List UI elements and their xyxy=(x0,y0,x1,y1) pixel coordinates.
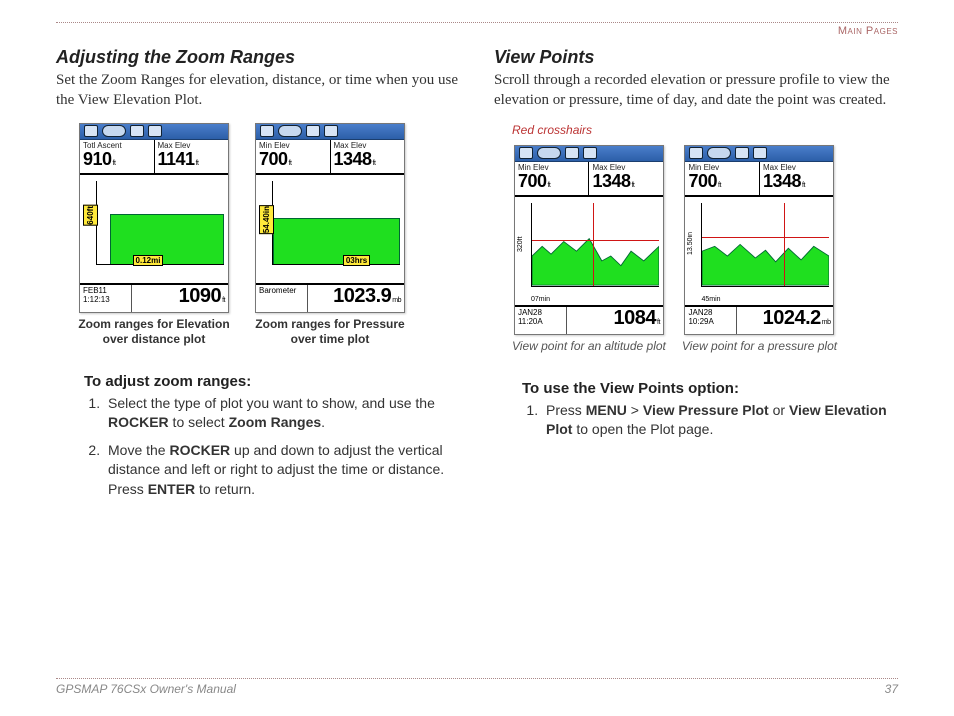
zoom-vertical-label: 640ft xyxy=(83,205,98,226)
toolbar-icon xyxy=(130,125,144,137)
device-screen-3: Min Elev 700ft Max Elev 1348ft 320ft xyxy=(514,145,664,335)
device-caption-3: View point for an altitude plot xyxy=(512,339,666,354)
crosshair-horizontal xyxy=(702,237,829,238)
zoom-horizontal-label: 03hrs xyxy=(343,255,370,266)
device-screen-1: Totl Ascent 910ft Max Elev 1141ft xyxy=(79,123,229,313)
toolbar-icon xyxy=(260,125,274,137)
device-pressure-viewpoint: Min Elev 700ft Max Elev 1348ft 13.50in xyxy=(682,145,837,354)
stat-max-elev: Max Elev 1348ft xyxy=(760,162,834,195)
device-screen-2: Min Elev 700ft Max Elev 1348ft 54 xyxy=(255,123,405,313)
device-toolbar xyxy=(80,124,228,140)
instr-step-1-right: Press MENU > View Pressure Plot or View … xyxy=(542,401,898,440)
device-screen-4: Min Elev 700ft Max Elev 1348ft 13.50in xyxy=(684,145,834,335)
stat-max-elev: Max Elev 1348ft xyxy=(589,162,663,195)
stat-max-elev: Max Elev 1141ft xyxy=(155,140,229,173)
left-heading: Adjusting the Zoom Ranges xyxy=(56,47,460,68)
toolbar-icon xyxy=(735,147,749,159)
red-crosshairs-label: Red crosshairs xyxy=(512,123,898,137)
device-bottom: FEB11 1:12:13 1090ft xyxy=(80,284,228,312)
page-footer: GPSMAP 76CSx Owner's Manual 37 xyxy=(56,678,898,696)
toolbar-icon xyxy=(707,147,731,159)
zoom-horizontal-label: 0.12mi xyxy=(133,255,164,266)
section-name: Main Pages xyxy=(56,25,898,37)
stat-max-elev: Max Elev 1348ft xyxy=(331,140,405,173)
plot-area-2: 54.40in 03hrs xyxy=(256,174,404,284)
zoom-vertical-label: 54.40in xyxy=(259,205,274,234)
toolbar-icon xyxy=(753,147,767,159)
left-intro: Set the Zoom Ranges for elevation, dista… xyxy=(56,70,460,111)
toolbar-icon xyxy=(84,125,98,137)
device-pressure-time: Min Elev 700ft Max Elev 1348ft 54 xyxy=(250,123,410,347)
page-number: 37 xyxy=(885,682,898,696)
right-column: View Points Scroll through a recorded el… xyxy=(494,47,898,507)
device-stats: Min Elev 700ft Max Elev 1348ft xyxy=(685,162,833,196)
device-elev-distance: Totl Ascent 910ft Max Elev 1141ft xyxy=(74,123,234,347)
footer-title: GPSMAP 76CSx Owner's Manual xyxy=(56,682,236,696)
page-content: Main Pages Adjusting the Zoom Ranges Set… xyxy=(0,0,954,507)
crosshair-horizontal xyxy=(532,240,659,241)
instr-step-1: Select the type of plot you want to show… xyxy=(104,394,460,433)
instr-title-right: To use the View Points option: xyxy=(522,380,898,397)
device-bottom: JAN28 11:20A 1084ft xyxy=(515,306,663,334)
plot-area-3: 320ft 07min xyxy=(515,196,663,306)
device-stats: Totl Ascent 910ft Max Elev 1141ft xyxy=(80,140,228,174)
toolbar-icon xyxy=(324,125,338,137)
toolbar-icon xyxy=(583,147,597,159)
stat-min-elev: Min Elev 700ft xyxy=(685,162,760,195)
right-instructions: To use the View Points option: Press MEN… xyxy=(494,380,898,440)
stat-totl-ascent: Totl Ascent 910ft xyxy=(80,140,155,173)
toolbar-icon xyxy=(519,147,533,159)
device-caption-2: Zoom ranges for Pressure over time plot xyxy=(250,317,410,347)
device-toolbar xyxy=(256,124,404,140)
device-bottom: JAN28 10:29A 1024.2mb xyxy=(685,306,833,334)
toolbar-icon xyxy=(689,147,703,159)
toolbar-icon xyxy=(148,125,162,137)
toolbar-icon xyxy=(102,125,126,137)
device-toolbar xyxy=(685,146,833,162)
toolbar-icon xyxy=(306,125,320,137)
header-rule xyxy=(56,22,898,23)
right-heading: View Points xyxy=(494,47,898,68)
instr-step-2: Move the ROCKER up and down to adjust th… xyxy=(104,441,460,500)
device-bottom: Barometer 1023.9mb xyxy=(256,284,404,312)
device-stats: Min Elev 700ft Max Elev 1348ft xyxy=(256,140,404,174)
left-column: Adjusting the Zoom Ranges Set the Zoom R… xyxy=(56,47,460,507)
device-toolbar xyxy=(515,146,663,162)
plot-area-1: 640ft 0.12mi xyxy=(80,174,228,284)
toolbar-icon xyxy=(537,147,561,159)
device-altitude-viewpoint: Min Elev 700ft Max Elev 1348ft 320ft xyxy=(512,145,666,354)
right-device-row: Min Elev 700ft Max Elev 1348ft 320ft xyxy=(494,145,898,354)
plot-area-4: 13.50in 45min xyxy=(685,196,833,306)
stat-min-elev: Min Elev 700ft xyxy=(256,140,331,173)
device-caption-4: View point for a pressure plot xyxy=(682,339,837,354)
two-column-layout: Adjusting the Zoom Ranges Set the Zoom R… xyxy=(56,47,898,507)
left-instructions: To adjust zoom ranges: Select the type o… xyxy=(56,373,460,500)
toolbar-icon xyxy=(278,125,302,137)
stat-min-elev: Min Elev 700ft xyxy=(515,162,590,195)
device-caption-1: Zoom ranges for Elevation over distance … xyxy=(74,317,234,347)
right-intro: Scroll through a recorded elevation or p… xyxy=(494,70,898,111)
left-device-row: Totl Ascent 910ft Max Elev 1141ft xyxy=(56,123,460,347)
crosshair-vertical xyxy=(784,203,785,286)
crosshair-vertical xyxy=(593,203,594,286)
toolbar-icon xyxy=(565,147,579,159)
device-stats: Min Elev 700ft Max Elev 1348ft xyxy=(515,162,663,196)
instr-title-left: To adjust zoom ranges: xyxy=(84,373,460,390)
